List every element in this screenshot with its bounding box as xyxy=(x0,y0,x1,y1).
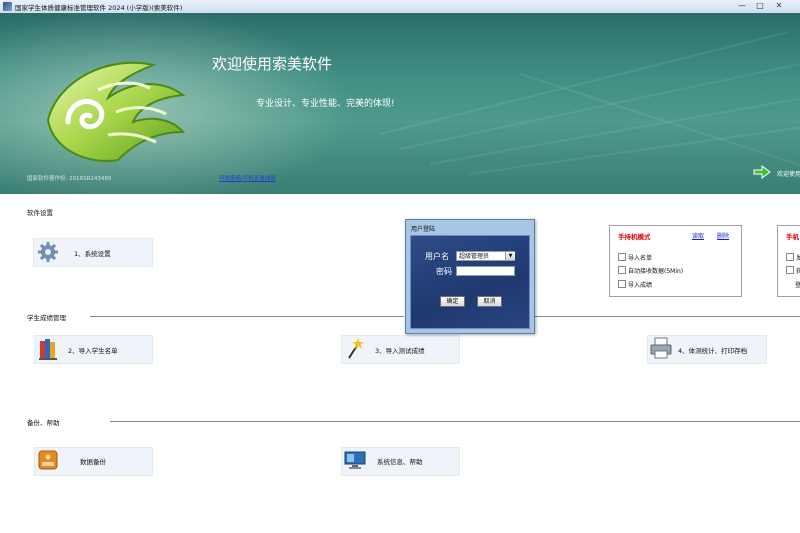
delete-link[interactable]: 删除 xyxy=(717,231,729,240)
phone-option-3-label: 登 xyxy=(795,282,800,289)
read-link[interactable]: 读取 xyxy=(692,231,704,240)
import-list-label: 导入名单 xyxy=(628,255,653,262)
import-students-label: 2、导入学生名单 xyxy=(68,347,118,355)
login-dialog-title: 用户登陆 xyxy=(411,226,436,233)
problem-claim-link[interactable]: 问题索赔/手机查看成绩 xyxy=(219,174,276,182)
banner-slogan: 专业设计、专业性能、完美的体现! xyxy=(256,99,395,109)
phone-option-2-checkbox[interactable] xyxy=(786,266,794,274)
section-title-grade-management: 学生成绩管理 xyxy=(27,314,66,322)
copyright-text: 国家软件著作权: 2016SR243480 xyxy=(27,176,112,182)
phone-option-1-checkbox[interactable] xyxy=(786,253,794,261)
title-bar: 国家学生体质健康标准管理软件 2024 (小学版)(索美软件) — □ ✕ xyxy=(0,0,800,14)
username-label: 用户名 xyxy=(425,252,449,261)
system-info-help-label: 系统信息、帮助 xyxy=(377,458,423,466)
welcome-title: 欢迎使用索美软件 xyxy=(212,55,333,73)
password-field[interactable] xyxy=(456,266,515,276)
phone-option-1-label: 发 xyxy=(796,255,800,262)
section-divider xyxy=(110,421,800,422)
printer-icon xyxy=(650,337,672,359)
login-dialog: 用户登陆 用户名 超级管理员 ▼ 密码 确定 取消 xyxy=(405,219,535,334)
window-title: 国家学生体质健康标准管理软件 2024 (小学版)(索美软件) xyxy=(15,4,183,12)
phone-mode-title: 手机 xyxy=(786,233,799,241)
import-list-checkbox[interactable] xyxy=(618,253,626,261)
import-scores-checkbox[interactable] xyxy=(618,280,626,288)
app-icon xyxy=(3,2,12,11)
chevron-down-icon[interactable]: ▼ xyxy=(505,252,515,260)
password-label: 密码 xyxy=(436,267,452,276)
arrow-right-icon[interactable] xyxy=(753,165,771,179)
handheld-mode-title: 手持机模式 xyxy=(618,233,651,241)
import-scores-label: 3、导入测试成绩 xyxy=(375,347,425,355)
system-settings-label: 1、系统设置 xyxy=(74,250,111,258)
statistics-print-label: 4、体测统计、打印存档 xyxy=(678,347,748,355)
backup-drive-icon xyxy=(38,450,58,470)
section-divider xyxy=(534,316,800,317)
section-title-backup-help: 备份、帮助 xyxy=(27,419,60,427)
section-divider xyxy=(90,316,404,317)
auto-receive-label: 自动接收数据(5Min) xyxy=(628,268,684,275)
login-dialog-body: 用户名 超级管理员 ▼ 密码 确定 取消 xyxy=(410,235,530,329)
minimize-button[interactable]: — xyxy=(735,1,749,11)
books-icon xyxy=(39,339,57,360)
auto-receive-checkbox[interactable] xyxy=(618,266,626,274)
data-backup-label: 数据备份 xyxy=(80,458,106,466)
magic-wand-icon xyxy=(348,338,364,359)
import-scores-label: 导入成绩 xyxy=(628,282,653,289)
gear-icon xyxy=(38,242,58,262)
close-button[interactable]: ✕ xyxy=(772,1,786,11)
welcome-button[interactable]: 欢迎使用 xyxy=(777,169,800,178)
ok-button[interactable]: 确定 xyxy=(440,296,465,307)
section-title-software-settings: 软件设置 xyxy=(27,209,53,217)
monitor-icon xyxy=(344,451,366,469)
wing-logo-icon xyxy=(46,61,186,162)
phone-option-2-label: 获 xyxy=(796,268,800,275)
maximize-button[interactable]: □ xyxy=(753,1,767,11)
cancel-button[interactable]: 取消 xyxy=(477,296,502,307)
